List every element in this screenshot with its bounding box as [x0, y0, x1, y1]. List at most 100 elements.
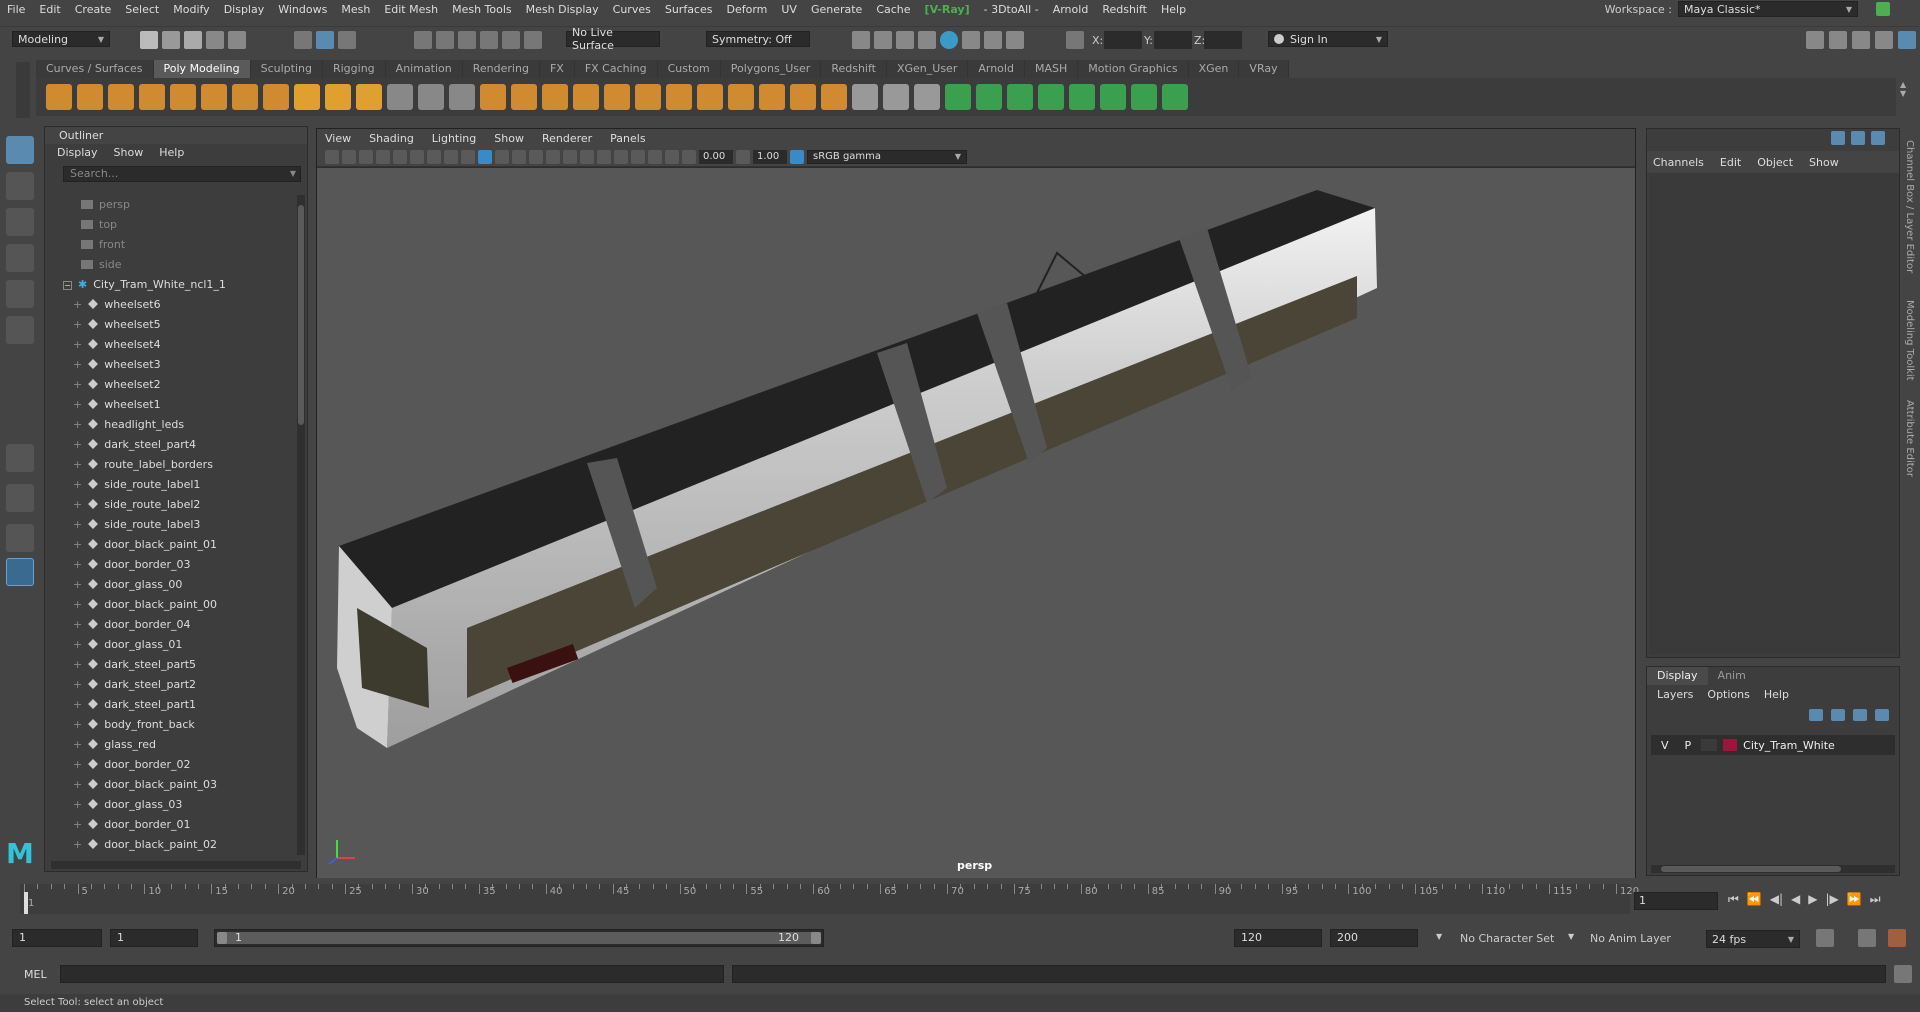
- snap-live-icon[interactable]: [524, 31, 542, 49]
- layer-display-type[interactable]: [1701, 739, 1718, 751]
- shelf-tab-rendering[interactable]: Rendering: [462, 60, 540, 78]
- channel-filter-icon[interactable]: [1831, 131, 1845, 145]
- redo-icon[interactable]: [228, 31, 246, 49]
- channel-menu-show[interactable]: Show: [1809, 156, 1839, 169]
- shelf-tab-mash[interactable]: MASH: [1024, 60, 1079, 78]
- poly-type-icon[interactable]: [325, 84, 351, 110]
- menu-uv[interactable]: UV: [774, 3, 804, 16]
- shelf-tab-sculpting[interactable]: Sculpting: [250, 60, 323, 78]
- expand-icon[interactable]: +: [73, 638, 82, 651]
- channel-menu-object[interactable]: Object: [1757, 156, 1793, 169]
- outliner-item[interactable]: + wheelset4: [51, 335, 291, 355]
- expand-icon[interactable]: +: [73, 618, 82, 631]
- expand-icon[interactable]: +: [73, 658, 82, 671]
- go-to-end-icon[interactable]: ⏭: [1870, 892, 1881, 907]
- undo-icon[interactable]: [206, 31, 224, 49]
- poly-sphere-icon[interactable]: [46, 84, 72, 110]
- character-set-label[interactable]: No Character Set: [1460, 932, 1554, 945]
- xray-icon[interactable]: [648, 149, 662, 164]
- bookmark-icon[interactable]: [359, 149, 373, 164]
- anim-prefs-icon[interactable]: [1888, 929, 1906, 947]
- shelf-tab-xgen[interactable]: XGen: [1188, 60, 1240, 78]
- expand-icon[interactable]: +: [73, 518, 82, 531]
- platonic-solid-icon[interactable]: [263, 84, 289, 110]
- poly-cube-icon[interactable]: [77, 84, 103, 110]
- lock-camera-icon[interactable]: [342, 149, 356, 164]
- step-forward-key-icon[interactable]: ⏩: [1847, 892, 1862, 907]
- outliner-item[interactable]: + door_glass_01: [51, 635, 291, 655]
- shelf-tab-poly-modeling[interactable]: Poly Modeling: [153, 60, 251, 78]
- hypershade-icon[interactable]: [962, 31, 980, 49]
- channel-box-icon[interactable]: [1898, 31, 1916, 49]
- menu-help[interactable]: Help: [1154, 3, 1193, 16]
- color-management-icon[interactable]: [790, 149, 804, 164]
- outliner-scrollbar[interactable]: [297, 195, 305, 855]
- pause-icon[interactable]: [1006, 31, 1024, 49]
- channel-menu-edit[interactable]: Edit: [1720, 156, 1741, 169]
- grid-icon[interactable]: [393, 149, 407, 164]
- new-layer-icon[interactable]: [1853, 709, 1867, 721]
- four-view-layout-icon[interactable]: [6, 484, 34, 512]
- workspace-dropdown[interactable]: Maya Classic* ▼: [1678, 1, 1858, 17]
- open-scene-icon[interactable]: [162, 31, 180, 49]
- uv-cut-icon[interactable]: [1131, 84, 1157, 110]
- shelf-tab-redshift[interactable]: Redshift: [821, 60, 887, 78]
- step-forward-frame-icon[interactable]: |▶: [1826, 892, 1839, 907]
- expand-icon[interactable]: +: [73, 538, 82, 551]
- outliner-item[interactable]: + wheelset3: [51, 355, 291, 375]
- uv-unfold-icon[interactable]: [1100, 84, 1126, 110]
- viewport-menu-panels[interactable]: Panels: [610, 132, 645, 145]
- range-slider[interactable]: 1 120: [214, 929, 824, 947]
- shelf-tab-motion-graphics[interactable]: Motion Graphics: [1078, 60, 1189, 78]
- symmetry-dropdown[interactable]: Symmetry: Off: [706, 31, 810, 47]
- select-object-icon[interactable]: [316, 31, 334, 49]
- wireframe-on-shaded-icon[interactable]: [495, 149, 509, 164]
- layer-tab-display[interactable]: Display: [1647, 667, 1708, 685]
- insert-edge-loop-icon[interactable]: [666, 84, 692, 110]
- expand-icon[interactable]: +: [73, 558, 82, 571]
- shelf-tab-xgen-user[interactable]: XGen_User: [886, 60, 969, 78]
- end-time-field[interactable]: 200: [1330, 929, 1418, 947]
- shelf-tab-arnold[interactable]: Arnold: [968, 60, 1025, 78]
- expand-icon[interactable]: +: [73, 418, 82, 431]
- menu-modify[interactable]: Modify: [166, 3, 216, 16]
- range-start-handle[interactable]: [217, 932, 227, 944]
- poly-cone-icon[interactable]: [139, 84, 165, 110]
- new-scene-icon[interactable]: [140, 31, 158, 49]
- lock-icon[interactable]: [1876, 2, 1890, 16]
- channel-menu-channels[interactable]: Channels: [1653, 156, 1704, 169]
- outliner-item[interactable]: + route_label_borders: [51, 455, 291, 475]
- outliner-item[interactable]: + wheelset6: [51, 295, 291, 315]
- depth-of-field-icon[interactable]: [614, 149, 628, 164]
- start-time-field[interactable]: 1: [12, 929, 102, 947]
- shelf-tab-fx-caching[interactable]: FX Caching: [574, 60, 658, 78]
- select-tool-icon[interactable]: [6, 136, 34, 164]
- outliner-item[interactable]: + headlight_leds: [51, 415, 291, 435]
- menu-file[interactable]: File: [0, 3, 32, 16]
- shelf-scroll-icon[interactable]: ▲ ▼: [1900, 80, 1914, 116]
- outliner-item[interactable]: + door_glass_03: [51, 795, 291, 815]
- outliner-camera-top[interactable]: top: [51, 215, 291, 235]
- outliner-item[interactable]: + door_black_paint_02: [51, 835, 291, 855]
- collapse-icon[interactable]: −: [63, 281, 72, 290]
- expand-icon[interactable]: +: [73, 498, 82, 511]
- outliner-item[interactable]: + wheelset1: [51, 395, 291, 415]
- image-plane-icon[interactable]: [376, 149, 390, 164]
- shelf-options-icon[interactable]: [16, 62, 30, 118]
- expand-icon[interactable]: +: [73, 698, 82, 711]
- expand-icon[interactable]: +: [73, 758, 82, 771]
- shelf-tab-curves-surfaces[interactable]: Curves / Surfaces: [36, 60, 154, 78]
- snap-surface-icon[interactable]: [502, 31, 520, 49]
- layer-menu-layers[interactable]: Layers: [1657, 688, 1693, 701]
- smooth-icon[interactable]: [449, 84, 475, 110]
- uv-cylindrical-icon[interactable]: [1007, 84, 1033, 110]
- transform-icon[interactable]: [1066, 31, 1084, 49]
- wireframe-icon[interactable]: [461, 149, 475, 164]
- viewport-scene[interactable]: persp: [317, 168, 1635, 878]
- uv-sew-icon[interactable]: [1162, 84, 1188, 110]
- uv-editor-icon[interactable]: [945, 84, 971, 110]
- outliner-item[interactable]: + side_route_label1: [51, 475, 291, 495]
- scrollbar-thumb[interactable]: [298, 205, 304, 425]
- expand-icon[interactable]: +: [73, 358, 82, 371]
- outliner-layout-icon[interactable]: [6, 558, 34, 586]
